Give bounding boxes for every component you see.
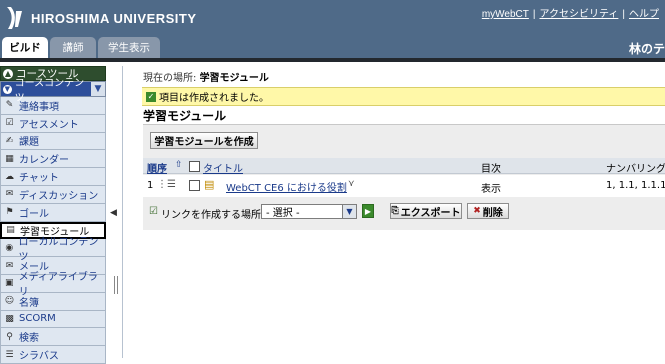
breadcrumb: 現在の場所: 学習モジュール	[143, 69, 269, 84]
learning-module-icon: ▤	[204, 178, 215, 191]
learning-module-icon: ▤	[6, 225, 15, 236]
scorm-icon: ▩	[5, 313, 14, 324]
sidebar-item[interactable]: ☑ アセスメント	[0, 114, 106, 133]
sidebar-item-label: チャット	[19, 173, 59, 185]
success-notice: ✓ 項目は作成されました。	[142, 87, 665, 106]
sidebar-item[interactable]: ▩ SCORM	[0, 310, 106, 329]
action-menu-icon[interactable]: ⋎	[348, 179, 355, 189]
assessment-icon: ☑	[5, 118, 14, 129]
go-button[interactable]: ▶	[362, 204, 374, 218]
select-all-checkbox[interactable]	[189, 161, 200, 172]
sidebar-item-label: ゴール	[19, 208, 49, 220]
accessibility-link[interactable]: アクセシビリティ	[539, 9, 618, 20]
sidebar-item-label: 連絡事項	[19, 101, 59, 113]
checkmark-icon: ✓	[146, 91, 156, 102]
chevron-down-icon[interactable]: ▼	[91, 84, 105, 94]
top-links: myWebCT | アクセシビリティ | ヘルプ	[481, 9, 659, 20]
chat-icon: ☁	[5, 171, 14, 182]
local-content-icon: ◉	[5, 242, 14, 253]
sidebar-item-label: シラバス	[19, 351, 59, 363]
calendar-icon: ▦	[5, 153, 14, 164]
collapse-icon: ▲	[3, 68, 13, 79]
link-location-label: リンクを作成する場所:	[161, 210, 265, 221]
assignment-icon: ✍	[5, 135, 14, 146]
sidebar-item[interactable]: ☰ シラバス	[0, 346, 106, 364]
row-numbering: 1, 1.1, 1.1.1	[606, 180, 665, 191]
tab-instructor[interactable]: 講師	[50, 37, 96, 58]
syllabus-icon: ☰	[5, 349, 14, 360]
delete-label: 削除	[482, 207, 503, 219]
sidebar-item-label: ディスカッション	[19, 190, 99, 202]
mywebct-link[interactable]: myWebCT	[482, 9, 529, 20]
table-header: 順序 ⇧ タイトル 目次 ナンバリング	[143, 158, 665, 175]
row-checkbox[interactable]	[189, 180, 200, 191]
module-link[interactable]: WebCT CE6 における役割	[226, 179, 347, 194]
sidebar-item[interactable]: ◉ ローカルコンテンツ	[0, 237, 106, 263]
sidebar-splitter[interactable]: ◀	[106, 66, 120, 358]
column-toc: 目次	[481, 164, 501, 175]
discussion-icon: ✉	[5, 189, 14, 200]
goal-icon: ⚑	[5, 207, 14, 218]
course-title: 林のテ	[628, 42, 665, 56]
row-order: 1	[147, 180, 154, 191]
tab-build[interactable]: ビルド	[2, 37, 48, 58]
university-name: HIROSHIMA UNIVERSITY	[31, 11, 197, 26]
mail-icon: ✉	[5, 260, 14, 271]
delete-button[interactable]: ✖ 削除	[467, 203, 509, 219]
tab-student-view[interactable]: 学生表示	[98, 37, 160, 58]
resize-handle[interactable]	[114, 276, 118, 294]
sidebar-item-label: 名簿	[19, 297, 39, 309]
link-icon: ☑	[149, 206, 158, 217]
search-icon: ⚲	[6, 331, 13, 342]
sidebar-item[interactable]: ✍ 課題	[0, 132, 106, 151]
column-numbering: ナンバリング	[606, 164, 665, 175]
sidebar-item[interactable]: ⚲ 検索	[0, 328, 106, 347]
notice-text: 項目は作成されました。	[159, 93, 269, 104]
column-title[interactable]: タイトル	[203, 160, 243, 175]
link-location-select[interactable]: - 選択 - ▼	[261, 204, 357, 219]
media-library-icon: ▣	[5, 278, 14, 289]
column-order[interactable]: 順序	[147, 160, 167, 175]
sort-icon[interactable]: ⇧	[175, 160, 183, 170]
table-footer: ☑ リンクを作成する場所: - 選択 - ▼ ▶ ⎘ エクスポート ✖ 削除	[143, 200, 665, 222]
header-divider	[0, 58, 665, 62]
select-value: - 選択 -	[266, 208, 300, 219]
breadcrumb-prefix: 現在の場所:	[143, 73, 197, 84]
sidebar-item-label: 検索	[19, 333, 39, 345]
expand-circle-icon: ▼	[3, 84, 12, 94]
university-logo-icon	[7, 7, 22, 29]
sidebar-item[interactable]: ▣ メディアライブラリ	[0, 272, 106, 298]
module-panel: 学習モジュールを作成 順序 ⇧ タイトル 目次 ナンバリング 1 ⋮☰ ▤ We…	[143, 124, 665, 230]
header-bar: HIROSHIMA UNIVERSITY myWebCT | アクセシビリティ | ヘル…	[0, 0, 665, 58]
sidebar-item-label: カレンダー	[19, 155, 69, 167]
announcement-icon: ✎	[5, 100, 14, 111]
sidebar-item-label: 課題	[19, 137, 39, 149]
table-row: 1 ⋮☰ ▤ WebCT CE6 における役割 ⋎ 表示 1, 1.1, 1.1…	[143, 175, 665, 197]
roster-icon: ☺	[4, 296, 15, 307]
create-module-button[interactable]: 学習モジュールを作成	[150, 132, 258, 149]
sidebar-item[interactable]: ⚑ ゴール	[0, 203, 106, 222]
delete-icon: ✖	[473, 206, 481, 216]
sidebar-item-label: SCORM	[19, 313, 56, 325]
export-button[interactable]: ⎘ エクスポート	[390, 203, 462, 219]
course-tools-sidebar: ▲ コースツール ▼ コースコンテンツ ▼ ✎ 連絡事項 ☑ アセスメント ✍ 課題 ▦ カレン…	[0, 66, 106, 364]
export-label: エクスポート	[400, 207, 461, 219]
sidebar-item[interactable]: ✉ ディスカッション	[0, 185, 106, 204]
reorder-icon[interactable]: ⋮☰	[157, 179, 176, 190]
course-content-menu[interactable]: ▼ コースコンテンツ ▼	[0, 78, 106, 104]
row-toc: 表示	[481, 184, 501, 195]
collapse-arrow-icon[interactable]: ◀	[110, 208, 117, 218]
sidebar-item[interactable]: ☁ チャット	[0, 168, 106, 186]
sidebar-item[interactable]: ▦ カレンダー	[0, 150, 106, 169]
export-icon: ⎘	[391, 206, 399, 216]
breadcrumb-current: 学習モジュール	[199, 73, 269, 84]
main-content: 現在の場所: 学習モジュール ✓ 項目は作成されました。 学習モジュール 学習モ…	[122, 66, 665, 358]
page-title: 学習モジュール	[143, 109, 227, 123]
dropdown-arrow-icon[interactable]: ▼	[342, 205, 356, 218]
sidebar-item-label: アセスメント	[19, 119, 79, 131]
help-link[interactable]: ヘルプ	[629, 9, 659, 20]
